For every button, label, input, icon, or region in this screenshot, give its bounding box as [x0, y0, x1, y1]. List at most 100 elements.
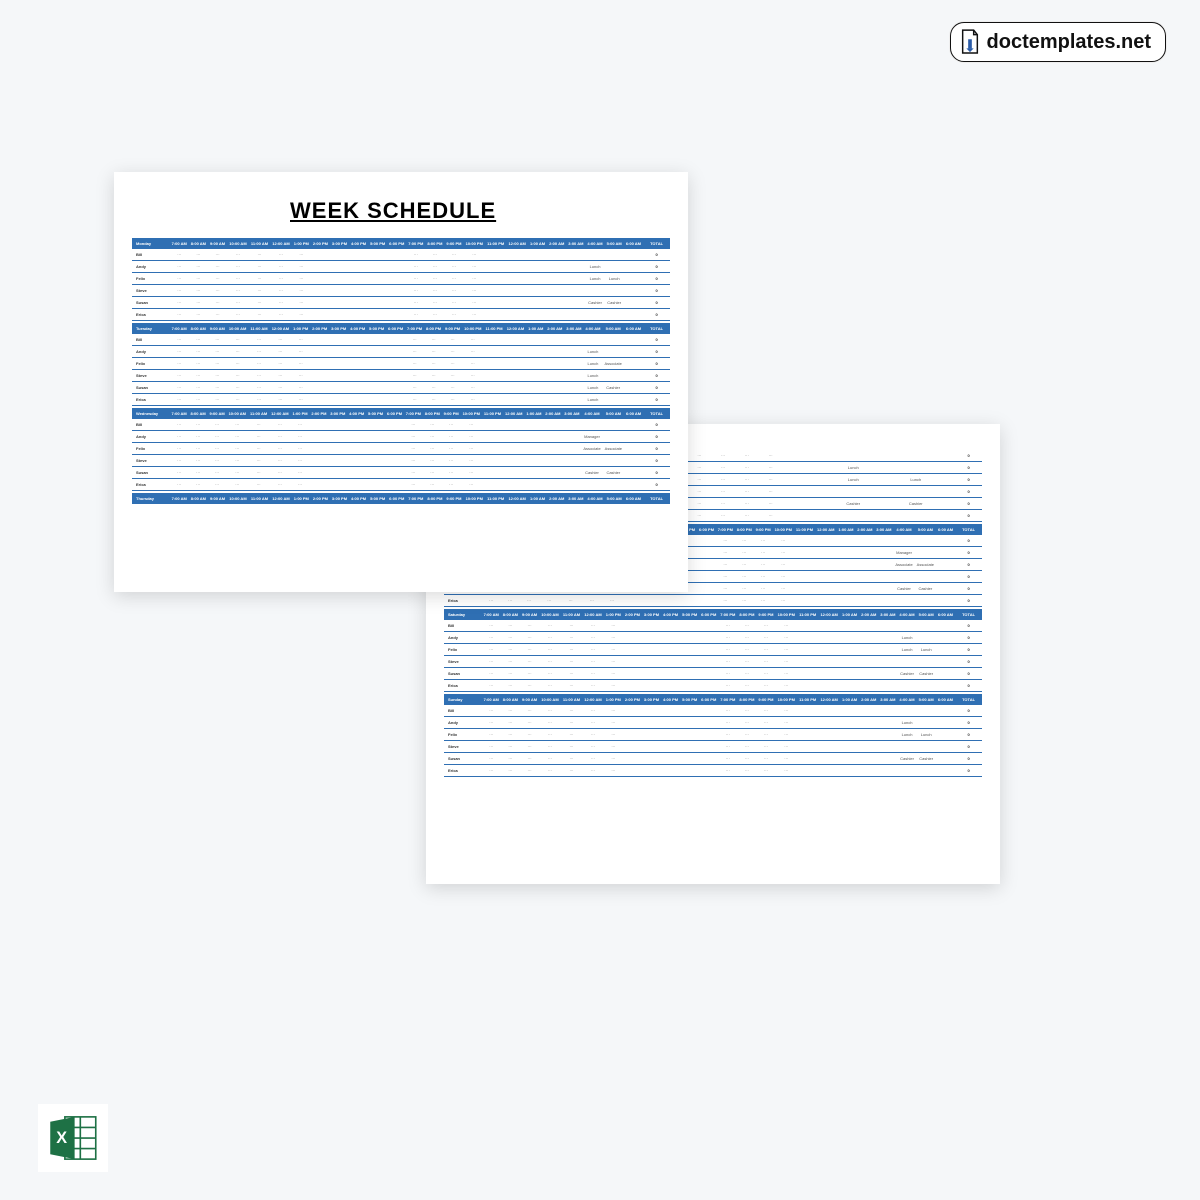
svg-text:X: X	[56, 1129, 67, 1147]
total-cell: 0	[955, 753, 982, 765]
schedule-cell	[483, 334, 504, 346]
schedule-cell	[893, 535, 914, 547]
table-row: Erica·································0	[444, 765, 982, 777]
schedule-cell: ···	[754, 583, 773, 595]
schedule-cell	[815, 571, 836, 583]
schedule-cell: ···	[756, 741, 775, 753]
schedule-cell: ···	[227, 261, 249, 273]
schedule-cell: ···	[249, 273, 270, 285]
schedule-cell: ···	[248, 479, 269, 491]
schedule-cell: ···	[291, 334, 310, 346]
schedule-cell: ···	[189, 443, 208, 455]
schedule-cell: ···	[482, 620, 501, 632]
schedule-cell	[623, 644, 642, 656]
schedule-cell	[661, 620, 680, 632]
schedule-cell: ···	[444, 297, 463, 309]
schedule-cell: Cashier	[917, 668, 936, 680]
time-header: 3:00 AM	[566, 493, 585, 504]
schedule-cell	[605, 249, 624, 261]
schedule-cell	[697, 535, 716, 547]
schedule-cell: ···	[718, 644, 737, 656]
table-row: Steve·································0	[444, 741, 982, 753]
schedule-cell: ···	[405, 346, 424, 358]
employee-name: Felix	[132, 358, 170, 370]
schedule-cell	[859, 729, 878, 741]
time-header: 3:00 PM	[330, 238, 349, 249]
employee-name: Steve	[132, 370, 170, 382]
schedule-cell	[697, 559, 716, 571]
schedule-cell: ···	[170, 297, 189, 309]
schedule-cell: ···	[291, 443, 310, 455]
time-header: 6:00 PM	[699, 694, 718, 705]
schedule-cell: ···	[759, 450, 783, 462]
schedule-cell: ···	[227, 358, 249, 370]
time-header: 2:00 AM	[543, 408, 562, 419]
schedule-cell	[699, 717, 718, 729]
time-header: 4:00 PM	[349, 493, 368, 504]
total-header: TOTAL	[643, 408, 670, 419]
time-header: 4:00 PM	[347, 408, 366, 419]
schedule-cell: ···	[189, 479, 208, 491]
schedule-cell	[840, 705, 859, 717]
employee-name: Felix	[444, 644, 482, 656]
schedule-cell: ···	[756, 632, 775, 644]
schedule-cell	[680, 680, 699, 692]
time-header: 11:00 PM	[797, 609, 818, 620]
schedule-cell: ···	[170, 309, 189, 321]
schedule-cell: ···	[442, 443, 461, 455]
schedule-cell	[897, 620, 916, 632]
schedule-cell: Cashier	[585, 297, 604, 309]
schedule-cell: ···	[291, 346, 310, 358]
schedule-cell	[603, 479, 624, 491]
schedule-cell: ···	[501, 656, 520, 668]
schedule-cell	[815, 535, 836, 547]
schedule-cell: ···	[443, 358, 462, 370]
time-header: 10:00 AM	[227, 323, 249, 334]
schedule-cell: ···	[423, 467, 442, 479]
schedule-cell	[545, 334, 564, 346]
time-header: 9:00 AM	[208, 238, 227, 249]
schedule-cell	[806, 498, 814, 510]
schedule-cell: ···	[737, 765, 756, 777]
employee-name: Erica	[132, 479, 170, 491]
schedule-cell: ···	[737, 717, 756, 729]
schedule-cell	[936, 668, 955, 680]
schedule-cell	[790, 474, 798, 486]
schedule-cell: Cashier	[603, 467, 624, 479]
schedule-cell	[309, 479, 328, 491]
schedule-cell	[386, 346, 405, 358]
schedule-cell	[543, 431, 562, 443]
schedule-cell: ···	[170, 431, 189, 443]
schedule-cell: ···	[170, 467, 189, 479]
schedule-cell: ···	[189, 370, 208, 382]
schedule-cell	[794, 571, 815, 583]
schedule-cell	[874, 535, 893, 547]
time-header: 12:00 AM	[270, 323, 292, 334]
schedule-cell	[797, 717, 818, 729]
schedule-cell	[878, 705, 897, 717]
schedule-cell	[661, 729, 680, 741]
time-header: 9:00 AM	[208, 323, 227, 334]
schedule-cell: ···	[604, 705, 623, 717]
schedule-cell	[366, 419, 385, 431]
schedule-cell	[310, 394, 329, 406]
time-header: 3:00 PM	[642, 694, 661, 705]
schedule-cell	[947, 486, 955, 498]
schedule-cell: Lunch	[583, 382, 602, 394]
schedule-cell: ···	[482, 705, 501, 717]
total-cell: 0	[955, 535, 982, 547]
schedule-cell: ···	[687, 474, 711, 486]
schedule-cell	[583, 334, 602, 346]
schedule-cell: Cashier	[897, 668, 916, 680]
time-header: 1:00 AM	[526, 323, 545, 334]
schedule-cell	[349, 261, 368, 273]
schedule-cell: ···	[425, 273, 444, 285]
time-header: 5:00 AM	[605, 493, 624, 504]
schedule-cell: ···	[501, 729, 520, 741]
schedule-cell: ···	[561, 620, 582, 632]
schedule-cell	[387, 261, 406, 273]
schedule-cell: ···	[248, 419, 269, 431]
schedule-cell	[506, 285, 528, 297]
schedule-cell	[797, 729, 818, 741]
schedule-cell	[782, 486, 790, 498]
